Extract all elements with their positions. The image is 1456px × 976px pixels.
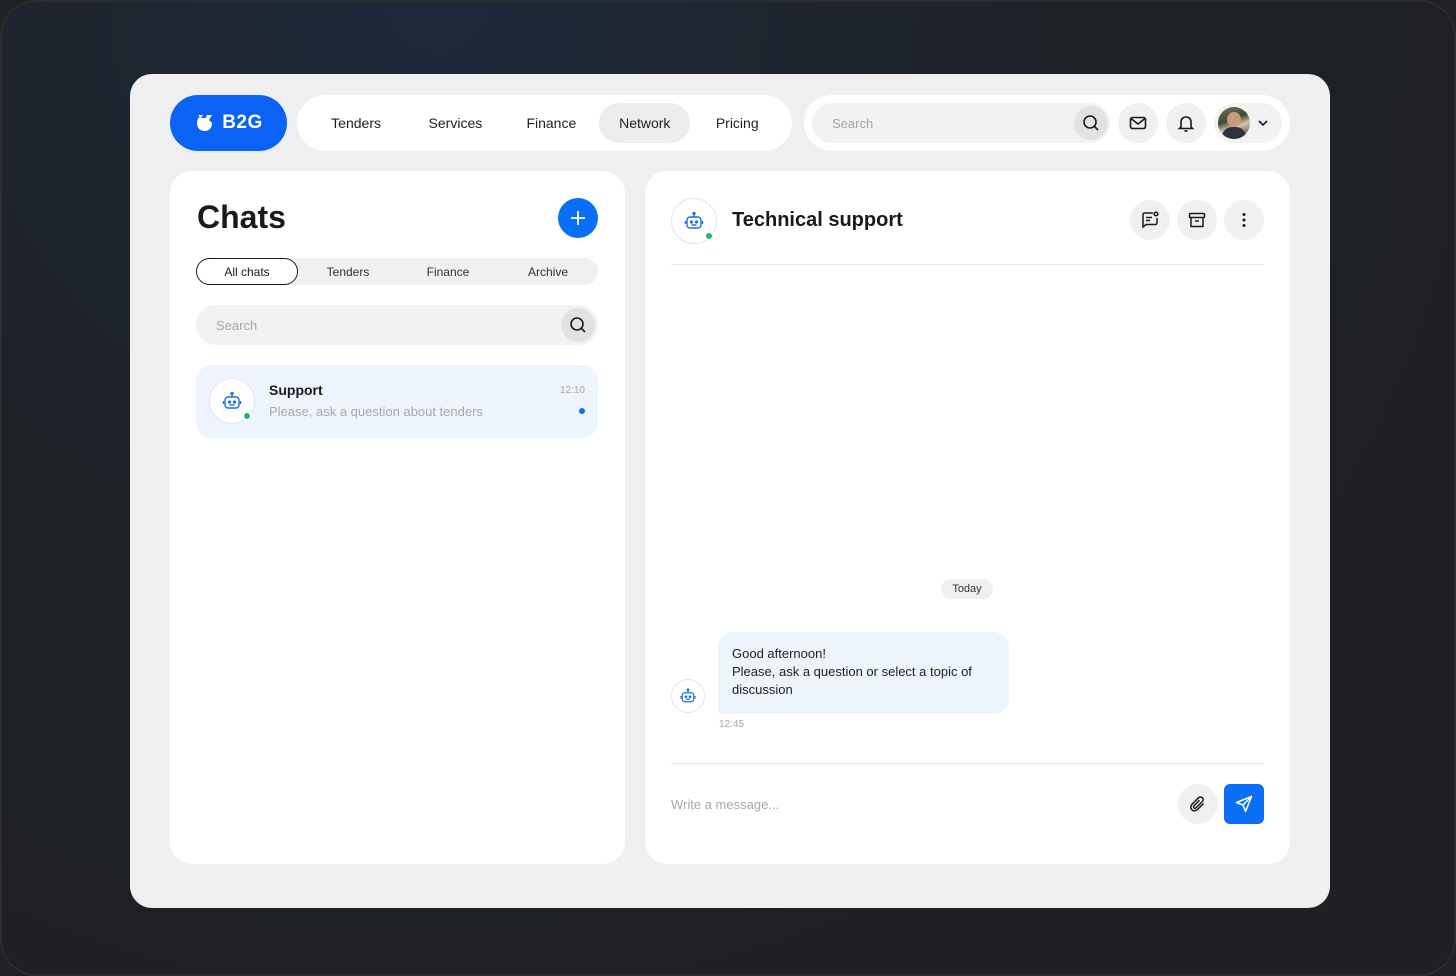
filter-tab-all-chats[interactable]: All chats: [196, 258, 298, 285]
top-search-input[interactable]: [832, 115, 1074, 131]
archive-icon: [1188, 212, 1206, 228]
conversation-panel: Technical support Today Good afternoon!: [645, 171, 1290, 864]
message-composer: [671, 783, 1264, 825]
filter-tab-finance[interactable]: Finance: [398, 258, 498, 285]
composer-divider: [671, 763, 1264, 764]
chat-notes-icon: [1142, 211, 1159, 229]
chat-search-input[interactable]: [216, 317, 561, 333]
device-frame: B2G Tenders Services Finance Network Pri…: [0, 0, 1456, 976]
chevron-down-icon: [1258, 120, 1268, 127]
profile-menu[interactable]: [1214, 103, 1282, 143]
nav-item-finance[interactable]: Finance: [504, 103, 599, 143]
conversation-avatar: [671, 198, 717, 244]
message-line: Please, ask a question or select a topic…: [732, 664, 972, 697]
mail-icon: [1129, 116, 1147, 130]
chat-details-button[interactable]: [1130, 200, 1170, 240]
more-options-button[interactable]: [1224, 200, 1264, 240]
nav-label: Services: [428, 115, 483, 131]
brand-logo[interactable]: B2G: [170, 95, 287, 151]
search-icon: [1083, 115, 1099, 131]
avatar: [1218, 107, 1250, 139]
nav-item-services[interactable]: Services: [407, 103, 503, 143]
new-chat-button[interactable]: [558, 198, 598, 238]
chat-filter-tabs: All chats Tenders Finance Archive: [196, 258, 598, 285]
chat-preview: Please, ask a question about tenders: [269, 404, 483, 419]
attach-file-button[interactable]: [1178, 784, 1218, 824]
top-search-button[interactable]: [1074, 106, 1108, 140]
plus-icon: [571, 211, 585, 225]
nav-label: Network: [619, 115, 671, 131]
top-tools: [804, 95, 1290, 151]
message-avatar: [671, 679, 705, 713]
nav-label: Tenders: [331, 115, 381, 131]
header-divider: [671, 264, 1264, 265]
nav-item-pricing[interactable]: Pricing: [690, 103, 784, 143]
archive-chat-button[interactable]: [1177, 200, 1217, 240]
nav-item-network[interactable]: Network: [599, 103, 691, 143]
bell-icon: [1177, 116, 1195, 132]
notifications-button[interactable]: [1166, 103, 1206, 143]
search-icon: [570, 317, 586, 333]
messages-button[interactable]: [1118, 103, 1158, 143]
message-input[interactable]: [671, 796, 1172, 812]
chat-search-box: [196, 305, 598, 345]
paperclip-icon: [1190, 796, 1205, 812]
bot-icon: [680, 688, 696, 703]
conversation-title: Technical support: [732, 209, 903, 231]
more-vertical-icon: [1242, 213, 1246, 227]
unread-indicator: [579, 408, 585, 414]
online-status-dot: [242, 411, 252, 421]
nav-item-tenders[interactable]: Tenders: [305, 103, 407, 143]
nav-label: Pricing: [715, 115, 759, 131]
date-separator: Today: [941, 579, 993, 599]
bot-icon: [684, 211, 704, 229]
message-line: Good afternoon!: [732, 646, 826, 661]
logo-mark-icon: [197, 115, 213, 131]
top-search-box: [812, 103, 1110, 143]
chats-panel: Chats All chats Tenders Finance Archive: [170, 171, 625, 864]
bot-icon: [222, 391, 242, 409]
send-icon: [1235, 795, 1253, 813]
chat-name: Support: [269, 382, 323, 398]
main-nav: Tenders Services Finance Network Pricing: [297, 95, 792, 151]
page-title: Chats: [197, 199, 286, 235]
app-screen: B2G Tenders Services Finance Network Pri…: [130, 74, 1330, 908]
message-bubble: Good afternoon! Please, ask a question o…: [718, 632, 1009, 714]
online-status-dot: [704, 231, 714, 241]
nav-label: Finance: [526, 115, 577, 131]
send-message-button[interactable]: [1224, 784, 1264, 824]
filter-tab-archive[interactable]: Archive: [498, 258, 598, 285]
chat-time: 12:10: [559, 385, 585, 396]
message-time: 12:45: [719, 719, 745, 730]
chat-search-button[interactable]: [561, 308, 595, 342]
conversation-actions: [1130, 200, 1264, 240]
chat-avatar: [209, 378, 255, 424]
filter-tab-tenders[interactable]: Tenders: [298, 258, 398, 285]
chat-list-item[interactable]: Support Please, ask a question about ten…: [196, 365, 598, 438]
brand-name: B2G: [222, 112, 263, 133]
